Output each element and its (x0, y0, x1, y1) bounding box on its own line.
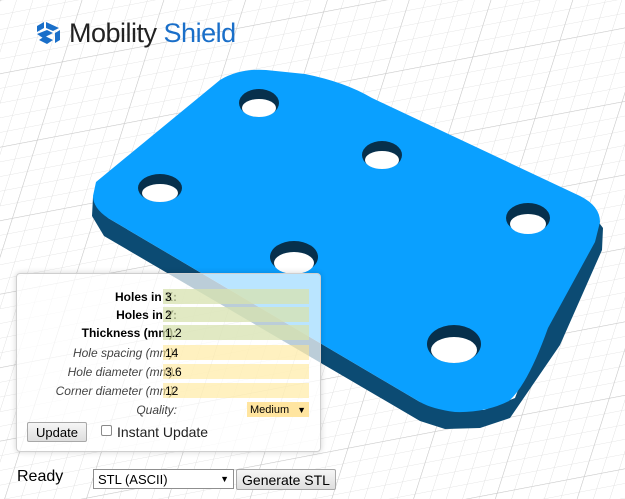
param-row-hole-diameter: Hole diameter (mm): (17, 364, 322, 382)
chevron-down-icon: ▼ (297, 404, 306, 415)
brand-word-2: Shield (163, 17, 237, 48)
param-row-hole-spacing: Hole spacing (mm): (17, 345, 322, 363)
brand-word-1: Mobility (69, 17, 157, 48)
holes-x-input[interactable] (163, 289, 309, 304)
hole (138, 174, 182, 202)
param-label: Quality: (136, 403, 177, 417)
brand-logo-icon (37, 22, 60, 44)
holes-y-input[interactable] (163, 307, 309, 322)
instant-update-checkbox[interactable] (101, 425, 112, 436)
param-row-thickness: Thickness (mm): (17, 325, 322, 343)
format-select[interactable]: STL (ASCII) ▼ (93, 469, 234, 489)
param-label: Hole diameter (mm): (67, 365, 177, 379)
hole-spacing-input[interactable] (163, 345, 309, 360)
instant-update-label: Instant Update (117, 424, 209, 440)
hole (362, 141, 402, 169)
status-text: Ready (17, 468, 64, 485)
generate-stl-button[interactable]: Generate STL (236, 469, 336, 490)
format-value: STL (ASCII) (98, 471, 168, 487)
quality-select[interactable]: Medium ▼ (247, 402, 309, 417)
param-label: Hole spacing (mm): (72, 346, 177, 360)
brand-logo: Mobility Shield (33, 14, 236, 52)
thickness-input[interactable] (163, 325, 309, 340)
hole (239, 89, 279, 117)
update-button[interactable]: Update (27, 422, 87, 442)
quality-value: Medium (250, 403, 290, 416)
param-label: Corner diameter (mm): (55, 384, 177, 398)
param-row-holes-y: Holes in Y: (17, 307, 322, 325)
hole (427, 325, 481, 363)
param-row-holes-x: Holes in X: (17, 289, 322, 307)
corner-diameter-input[interactable] (163, 383, 309, 398)
param-row-corner-diameter: Corner diameter (mm): (17, 383, 322, 401)
parameters-panel: Holes in X: Holes in Y: Thickness (mm): … (16, 273, 321, 452)
chevron-down-icon: ▼ (220, 474, 229, 484)
brand-name: Mobility Shield (69, 18, 236, 49)
param-row-quality: Quality: Medium ▼ (17, 402, 322, 420)
hole-diameter-input[interactable] (163, 364, 309, 379)
